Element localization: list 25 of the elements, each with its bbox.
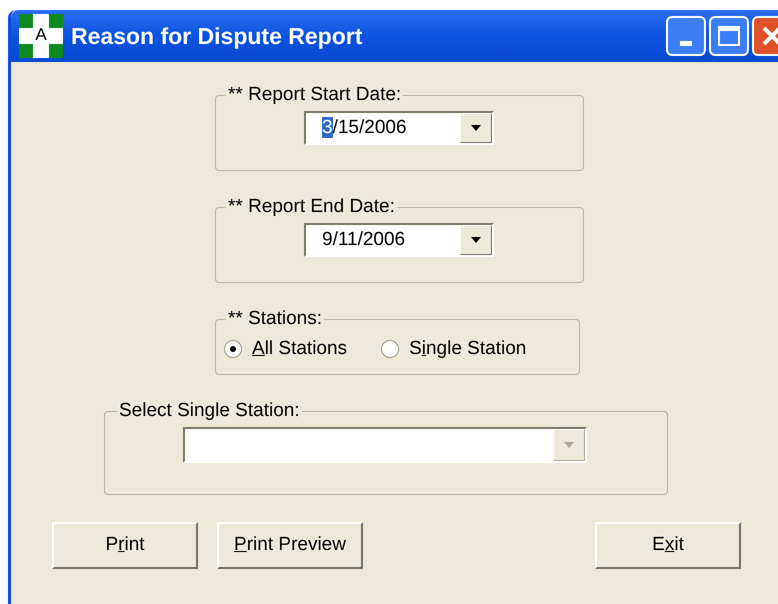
dialog-button[interactable]: Exit <box>595 522 741 569</box>
caret-icon <box>471 125 481 131</box>
group-label: ** Stations: <box>227 309 323 329</box>
date-value: 9/11/2006 <box>322 229 406 251</box>
dialog-button[interactable]: Print Preview <box>217 522 363 569</box>
radio-option[interactable]: All Stations <box>224 335 348 364</box>
dropdown-button[interactable] <box>460 225 492 255</box>
window-title: Reason for Dispute Report <box>71 22 362 51</box>
date-picker[interactable]: 9/11/2006 <box>304 223 494 257</box>
radio-button[interactable] <box>381 340 400 358</box>
group-label: ** Report End Date: <box>227 197 396 217</box>
caret-icon <box>471 237 481 243</box>
caret-icon <box>564 442 574 448</box>
logo-letter: A <box>34 24 48 46</box>
maximize-icon <box>718 26 740 46</box>
group-label: Select Single Station: <box>118 401 301 421</box>
close-icon <box>761 25 778 47</box>
group-label: ** Report Start Date: <box>227 85 402 105</box>
dialog-button[interactable]: Print <box>52 522 198 569</box>
radio-button[interactable] <box>224 340 242 358</box>
dropdown-button[interactable] <box>460 113 492 143</box>
minimize-button[interactable] <box>666 16 706 56</box>
minimize-icon <box>680 41 692 46</box>
maximize-button[interactable] <box>709 16 749 56</box>
radio-option[interactable]: Single Station <box>381 335 526 364</box>
